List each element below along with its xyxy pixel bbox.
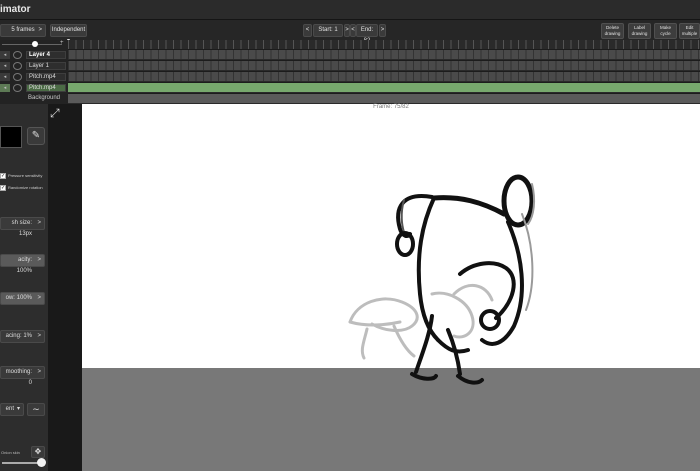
layer-row[interactable]: ◂ Layer 1 xyxy=(0,61,68,71)
brush-size-label: sh size: 13px xyxy=(11,220,32,237)
title-bar: imator xyxy=(0,0,700,20)
visibility-toggle[interactable]: ◂ xyxy=(0,51,10,59)
main-figure xyxy=(395,174,535,385)
layer-row[interactable]: ◂ Pitch.mp4 xyxy=(0,72,68,82)
blend-label: ent xyxy=(5,406,14,412)
mode-label: Independent xyxy=(51,27,86,33)
color-swatch[interactable] xyxy=(0,126,22,148)
layer-name[interactable]: Layer 1 xyxy=(26,62,66,70)
start-field[interactable]: Start: 1 xyxy=(313,24,343,37)
onion-skin-control[interactable]: Onion skin ✥ xyxy=(0,446,48,471)
spacing-label: acing: 1% xyxy=(5,333,32,339)
reorder-icon[interactable] xyxy=(13,84,22,92)
reorder-icon[interactable] xyxy=(13,62,22,70)
fullscreen-icon[interactable]: ⤢ xyxy=(50,106,60,121)
layer-track[interactable] xyxy=(68,61,700,71)
background-track[interactable] xyxy=(68,94,700,104)
visibility-toggle[interactable]: ◂ xyxy=(0,84,10,92)
opacity-label: acity: 100% xyxy=(16,257,32,274)
timeline: + ◂ Layer 4 ◂ Layer 1 ◂ Pitch.mp4 ◂ Pitc… xyxy=(0,40,700,104)
layer-track[interactable] xyxy=(68,72,700,82)
frames-dropdown[interactable]: 5 frames > xyxy=(0,24,46,37)
flow-label: ow: 100% xyxy=(5,295,32,301)
layer-name[interactable]: Layer 4 xyxy=(26,51,66,59)
layer-track[interactable] xyxy=(68,50,700,60)
brush-size-field[interactable]: sh size: 13px > xyxy=(0,217,45,237)
layer-name[interactable]: Pitch.mp4 xyxy=(26,84,66,92)
frame-grid[interactable] xyxy=(68,40,700,104)
onion-slider-handle[interactable] xyxy=(37,458,46,467)
move-icon[interactable]: ✥ xyxy=(31,446,45,458)
blend-mode-dropdown[interactable]: ent ▾ xyxy=(0,403,24,416)
drawing-canvas[interactable]: Frame: 75/82 xyxy=(82,104,700,471)
onion-label: Onion skin xyxy=(1,450,20,455)
layer-row[interactable]: ◂ Pitch.mp4 xyxy=(0,83,68,93)
spacing-field[interactable]: acing: 1% > xyxy=(0,330,45,343)
sidebar-gutter: ⤢ xyxy=(48,104,82,471)
layer-name[interactable]: Pitch.mp4 xyxy=(26,73,66,81)
label-drawing-button[interactable]: Label drawing xyxy=(628,23,651,39)
edit-multiple-button[interactable]: Edit multiple xyxy=(679,23,700,39)
reorder-icon[interactable] xyxy=(13,51,22,59)
opacity-field[interactable]: acity: 100% > xyxy=(0,254,45,274)
prev-button[interactable]: < xyxy=(303,24,312,37)
layer-list: + ◂ Layer 4 ◂ Layer 1 ◂ Pitch.mp4 ◂ Pitc… xyxy=(0,40,68,104)
end-field[interactable]: End: 82 xyxy=(356,24,378,44)
randomize-option[interactable]: ✓ Randomize rotation xyxy=(0,184,48,191)
make-cycle-button[interactable]: Make cycle xyxy=(654,23,677,39)
flow-field[interactable]: ow: 100% > xyxy=(0,292,45,305)
delete-drawing-button[interactable]: Delete drawing xyxy=(601,23,624,39)
randomize-label: Randomize rotation xyxy=(7,185,43,190)
tool-sidebar: ✎ ✓ Pressure sensitivity ✓ Randomize rot… xyxy=(0,104,48,471)
next-button[interactable]: > xyxy=(379,24,386,37)
drawn-figure xyxy=(348,174,536,385)
visibility-toggle[interactable]: ◂ xyxy=(0,73,10,81)
onion-slider-track[interactable] xyxy=(2,462,42,464)
zoom-slider[interactable]: + xyxy=(2,40,64,47)
zoom-slider-handle[interactable] xyxy=(32,41,38,47)
stroke-style-icon[interactable]: ∼ xyxy=(27,403,45,416)
video-track[interactable] xyxy=(68,83,700,93)
checkbox-checked[interactable]: ✓ xyxy=(0,173,6,179)
visibility-toggle[interactable]: ◂ xyxy=(0,62,10,70)
smoothing-label: moothing: 0 xyxy=(5,369,32,386)
layer-row[interactable]: ◂ Layer 4 xyxy=(0,50,68,60)
frames-caret: > xyxy=(38,27,42,33)
mode-dropdown[interactable]: Independent ▾ xyxy=(50,24,87,44)
frame-ruler[interactable] xyxy=(68,40,700,49)
reorder-icon[interactable] xyxy=(13,73,22,81)
pressure-option[interactable]: ✓ Pressure sensitivity xyxy=(0,172,48,179)
layer-name[interactable]: Background xyxy=(26,95,66,103)
toolbar: 5 frames > Independent ▾ < Start: 1 > < … xyxy=(0,20,700,44)
eyedropper-icon[interactable]: ✎ xyxy=(27,127,45,145)
smoothing-field[interactable]: moothing: 0 > xyxy=(0,366,45,386)
checkbox-checked[interactable]: ✓ xyxy=(0,185,6,191)
plus-icon: + xyxy=(60,40,64,46)
pressure-label: Pressure sensitivity xyxy=(7,173,43,178)
app-title: imator xyxy=(0,4,31,15)
layer-row[interactable]: Background xyxy=(0,94,68,104)
frames-label: 5 frames xyxy=(11,27,35,33)
